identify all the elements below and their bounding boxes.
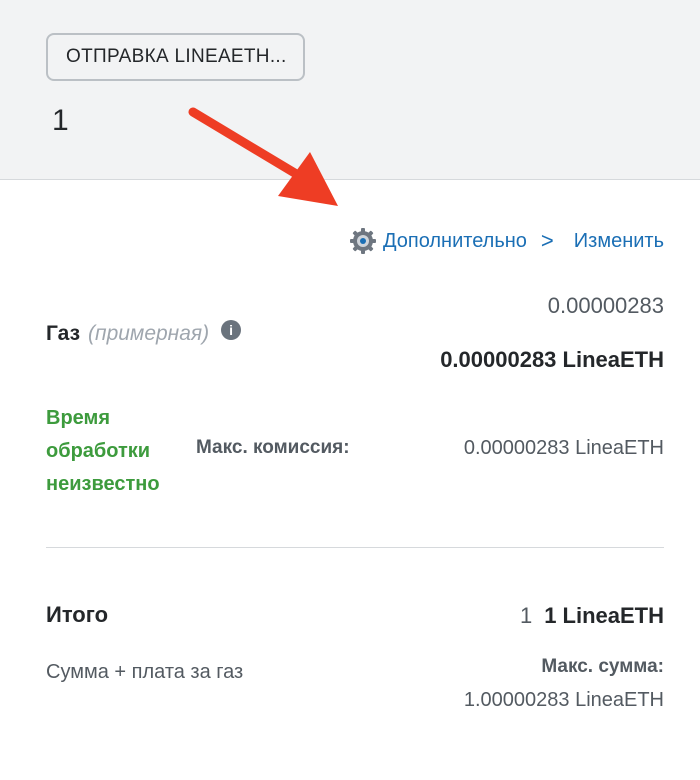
gear-icon xyxy=(349,228,376,254)
max-sum-label: Макс. сумма: xyxy=(541,656,664,677)
total-description: Сумма + плата за газ xyxy=(46,661,244,683)
time-unknown-text: Время обработки неизвестно xyxy=(46,407,160,495)
advanced-row: Дополнительно > Изменить xyxy=(349,226,664,256)
send-amount: 1 xyxy=(52,104,69,137)
total-value: 1 LineaETH xyxy=(544,603,664,628)
total-label: Итого xyxy=(46,602,109,627)
info-icon[interactable]: i xyxy=(221,320,242,340)
max-sum-value: 1.00000283 LineaETH xyxy=(463,689,664,711)
send-type-pill: ОТПРАВКА LINEAETH... xyxy=(46,33,305,81)
total-value-row: 1 1 LineaETH xyxy=(520,603,664,629)
gas-approx-label: (примерная) xyxy=(88,322,210,345)
total-fiat-value: 1 xyxy=(519,603,533,628)
gas-label-row: Газ (примерная) i xyxy=(46,320,242,346)
gas-fiat-value: 0.00000283 xyxy=(547,293,664,318)
advanced-link[interactable]: Дополнительно xyxy=(383,230,527,253)
gas-label: Газ xyxy=(46,322,81,345)
transaction-header: ОТПРАВКА LINEAETH... 1 xyxy=(0,0,700,180)
edit-link[interactable]: Изменить xyxy=(574,230,664,253)
max-fee-value: 0.00000283 LineaETH xyxy=(463,437,664,459)
gas-value: 0.00000283 LineaETH xyxy=(440,347,664,372)
divider xyxy=(46,547,664,548)
chevron-right-icon: > xyxy=(540,228,554,253)
max-fee-label: Макс. комиссия: xyxy=(196,437,350,458)
